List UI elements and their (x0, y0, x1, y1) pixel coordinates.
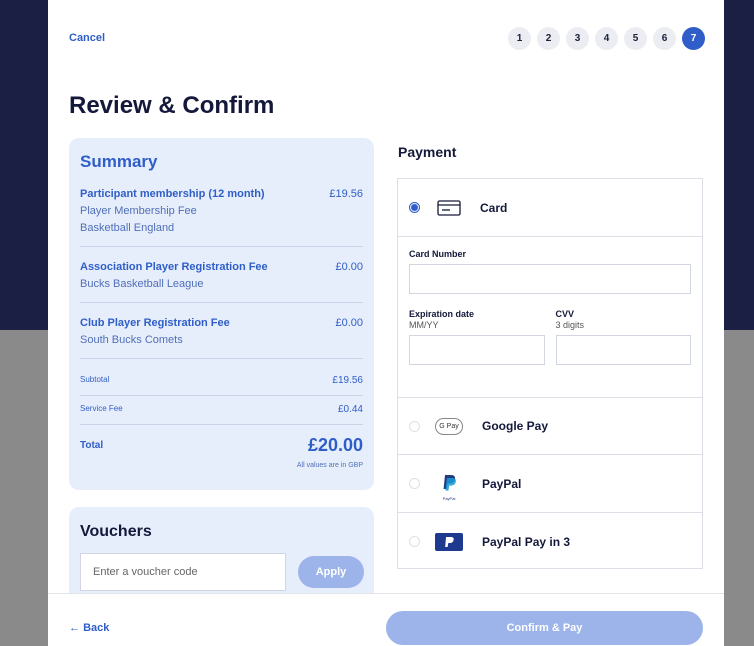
total-label: Total (80, 440, 104, 451)
total-row: Total £20.00 (80, 425, 363, 456)
currency-note: All values are in GBP (296, 462, 363, 469)
arrow-left-icon: ← (69, 622, 80, 634)
item-price: £0.00 (335, 317, 363, 329)
card-radio[interactable] (409, 202, 420, 213)
confirm-pay-button[interactable]: Confirm & Pay (386, 611, 703, 645)
item-subtitle: South Bucks Comets (80, 334, 183, 346)
summary-item: Association Player Registration Fee £0.0… (80, 261, 363, 303)
payment-option-card[interactable]: Card (398, 179, 702, 237)
google-pay-radio[interactable] (409, 420, 420, 432)
payment-option-paypal-pay-in-3[interactable]: PayPal Pay in 3 (398, 513, 702, 570)
payment-option-google-pay[interactable]: G Pay Google Pay (398, 398, 702, 455)
item-title: Association Player Registration Fee (80, 261, 268, 273)
step-indicator: 1 2 3 4 5 6 7 (508, 27, 705, 50)
paypal-badge-text: PayPal (442, 496, 456, 501)
step-5[interactable]: 5 (624, 27, 647, 50)
cvv-input[interactable] (555, 335, 691, 365)
summary-item: Participant membership (12 month) £19.56… (80, 188, 363, 247)
item-price: £0.00 (335, 261, 363, 273)
step-1[interactable]: 1 (508, 27, 531, 50)
back-label: Back (83, 622, 110, 634)
paypal-label: PayPal (482, 476, 522, 491)
card-label: Card (480, 200, 508, 215)
item-price: £19.56 (329, 188, 363, 200)
item-subtitle: Basketball England (80, 222, 175, 234)
paypal-pay-in-3-label: PayPal Pay in 3 (482, 534, 571, 549)
subtotal-label: Subtotal (80, 375, 110, 384)
item-title: Participant membership (12 month) (80, 188, 265, 200)
apply-voucher-button[interactable]: Apply (298, 556, 364, 588)
modal-footer: ← Back Confirm & Pay (48, 593, 724, 646)
item-title: Club Player Registration Fee (80, 317, 230, 329)
card-number-input[interactable] (409, 264, 691, 294)
card-number-label: Card Number (409, 249, 467, 259)
item-subtitle: Player Membership Fee (80, 205, 197, 217)
service-fee-value: £0.44 (337, 404, 363, 415)
subtotal-row: Subtotal £19.56 (80, 359, 363, 396)
google-pay-badge: G Pay (435, 417, 463, 435)
page-title: Review & Confirm (69, 92, 275, 119)
paypal-pay-in-3-icon (435, 532, 463, 551)
expiration-input[interactable] (409, 335, 545, 365)
credit-card-icon (435, 199, 463, 216)
payment-title: Payment (398, 144, 457, 160)
paypal-pay-in-3-radio[interactable] (409, 536, 420, 547)
expiration-label: Expiration date (409, 309, 475, 319)
payment-methods: Card Card Number Expiration date MM/YY C… (397, 178, 703, 569)
service-fee-row: Service Fee £0.44 (80, 396, 363, 425)
voucher-code-input[interactable] (80, 553, 286, 591)
cvv-label: CVV (555, 309, 575, 319)
summary-title: Summary (80, 152, 158, 171)
checkout-modal: Cancel 1 2 3 4 5 6 7 Review & Confirm Su… (48, 0, 724, 646)
summary-item: Club Player Registration Fee £0.00 South… (80, 317, 363, 359)
summary-panel: Summary Participant membership (12 month… (69, 138, 374, 490)
step-2[interactable]: 2 (537, 27, 560, 50)
step-6[interactable]: 6 (653, 27, 676, 50)
payment-option-paypal[interactable]: PayPal PayPal (398, 455, 702, 513)
subtotal-value: £19.56 (332, 375, 363, 386)
item-subtitle: Bucks Basketball League (80, 278, 204, 290)
cvv-hint: 3 digits (555, 320, 585, 330)
card-details-form: Card Number Expiration date MM/YY CVV 3 … (398, 237, 702, 398)
back-button[interactable]: ← Back (69, 622, 109, 634)
step-4[interactable]: 4 (595, 27, 618, 50)
cancel-link[interactable]: Cancel (69, 32, 105, 44)
step-7-current: 7 (682, 27, 705, 50)
google-pay-icon: G Pay (435, 417, 463, 435)
service-fee-label: Service Fee (80, 404, 123, 413)
step-3[interactable]: 3 (566, 27, 589, 50)
vouchers-title: Vouchers (80, 523, 152, 540)
total-value: £20.00 (307, 435, 363, 455)
google-pay-label: Google Pay (482, 419, 549, 433)
paypal-icon: PayPal (435, 471, 463, 501)
expiration-hint: MM/YY (409, 320, 439, 330)
vouchers-panel: Vouchers Apply (69, 507, 374, 607)
paypal-radio[interactable] (409, 478, 420, 489)
